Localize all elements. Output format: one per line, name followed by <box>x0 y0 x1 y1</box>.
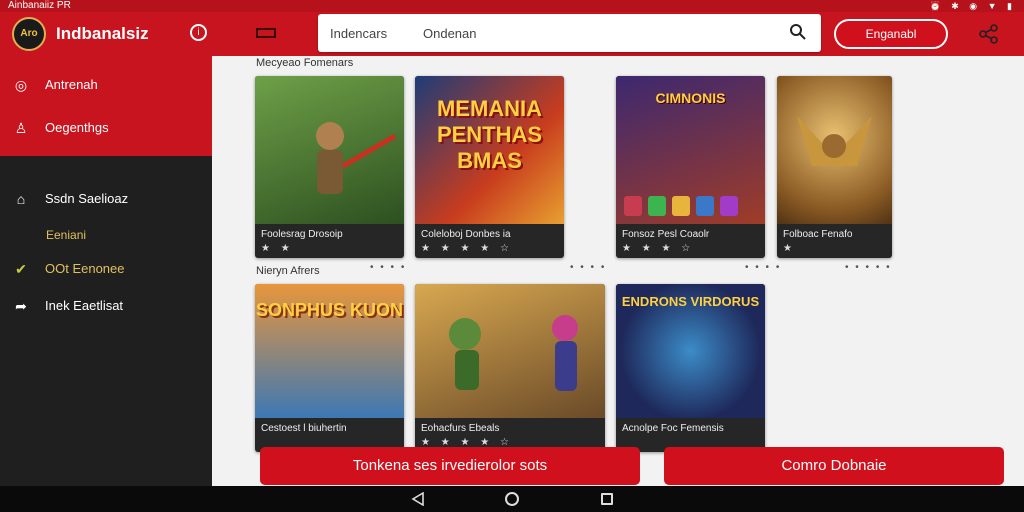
status-left-text: Ainbanaiiz PR <box>8 0 71 11</box>
game-card[interactable]: Foolesrag Drosoip ★ ★ <box>255 76 404 258</box>
section-title-new: Nieryn Afrers <box>256 265 320 277</box>
target-icon: ◎ <box>14 77 28 93</box>
check-icon: ✔ <box>15 261 27 277</box>
home-icon: ⌂ <box>16 191 26 207</box>
game-card-title: Coleloboj Donbes ia <box>421 229 511 240</box>
cover-title-text: SONPHUS KUON <box>255 300 403 320</box>
pagination-dots: • • • • • <box>845 262 892 273</box>
status-icons: ⏰ ✱ ◉ ▼ ▮ <box>929 1 1016 11</box>
sidebar-sub-label: Eeniani <box>46 228 87 242</box>
game-card[interactable]: ENDRONS VIRDORUS Acnolpe Foc Femensis <box>616 284 765 452</box>
rating-stars: ★ ★ ★ ☆ <box>622 243 695 254</box>
sidebar: ◎ Antrenah ♙ Oegenthgs ⌂ Ssdn Saelioaz E… <box>0 56 212 486</box>
search-icon[interactable] <box>789 23 807 41</box>
game-cover-image: MEMANIA PENTHAS BMAS <box>415 76 564 224</box>
game-card-title: Eohacfurs Ebeals <box>421 423 500 434</box>
game-card[interactable]: CIMNONIS Fonsoz Pesl Coaolr ★ ★ ★ ☆ <box>616 76 765 258</box>
sidebar-item-ssdn[interactable]: ⌂ Ssdn Saelioaz <box>0 184 212 214</box>
game-card[interactable]: MEMANIA PENTHAS BMAS Coleloboj Donbes ia… <box>415 76 564 258</box>
sidebar-item-oegenthgs[interactable]: ♙ Oegenthgs <box>0 113 212 143</box>
primary-cta-button[interactable]: Tonkena ses irvedierolor sots <box>260 447 640 485</box>
status-bar: Ainbanaiiz PR ⏰ ✱ ◉ ▼ ▮ <box>0 0 1024 12</box>
game-card-title: Acnolpe Foc Femensis <box>622 423 724 434</box>
sidebar-item-oot[interactable]: ✔ OOt Eenonee <box>0 254 212 284</box>
sidebar-item-antrenah[interactable]: ◎ Antrenah <box>0 70 212 100</box>
system-nav-bar <box>0 486 1024 512</box>
search-tab-ondenan[interactable]: Ondenan <box>423 26 477 41</box>
pagination-dots: • • • • <box>570 262 607 273</box>
share-arrow-icon: ➦ <box>15 298 27 314</box>
cover-title-text: MEMANIA PENTHAS BMAS <box>436 96 543 173</box>
pagination-dots: • • • • <box>745 262 782 273</box>
info-icon[interactable]: i <box>190 24 207 41</box>
search-tab-indencars[interactable]: Indencars <box>330 26 387 41</box>
share-icon[interactable] <box>978 24 1000 44</box>
sidebar-item-label: Ssdn Saelioaz <box>45 191 129 206</box>
game-card[interactable]: SONPHUS KUON Cestoest l biuhertin <box>255 284 404 452</box>
sidebar-item-label: Antrenah <box>45 77 98 92</box>
game-cover-image <box>415 284 605 418</box>
pagination-dots: • • • • <box>370 262 407 273</box>
game-cover-image: CIMNONIS <box>616 76 765 224</box>
sidebar-item-label: OOt Eenonee <box>45 261 125 276</box>
game-card-title: Fonsoz Pesl Coaolr <box>622 229 710 240</box>
game-card-title: Folboac Fenafo <box>783 229 853 240</box>
sidebar-item-label: Oegenthgs <box>45 120 109 135</box>
cover-title-text: ENDRONS VIRDORUS <box>621 294 760 309</box>
enganabl-button[interactable]: Enganabl <box>834 19 948 49</box>
section-title-featured: Mecyeao Fomenars <box>256 57 354 69</box>
game-cover-image <box>255 76 404 224</box>
game-cover-image <box>777 76 892 224</box>
game-cover-image: ENDRONS VIRDORUS <box>616 284 765 418</box>
game-card-title: Foolesrag Drosoip <box>261 229 343 240</box>
sidebar-item-label: Inek Eaetlisat <box>45 298 124 313</box>
game-card[interactable]: Eohacfurs Ebeals ★ ★ ★ ★ ☆ <box>415 284 605 452</box>
secondary-cta-button[interactable]: Comro Dobnaie <box>664 447 1004 485</box>
home-button-icon[interactable] <box>505 492 519 506</box>
back-icon[interactable] <box>411 492 425 506</box>
rating-stars: ★ ★ <box>261 243 294 254</box>
recent-apps-icon[interactable] <box>601 493 613 505</box>
rating-stars: ★ <box>783 243 796 254</box>
game-card[interactable]: Folboac Fenafo ★ <box>777 76 892 258</box>
grid-view-icon[interactable] <box>256 28 276 38</box>
rating-stars: ★ ★ ★ ★ ☆ <box>421 243 513 254</box>
user-icon: ♙ <box>14 120 28 136</box>
sidebar-item-inek[interactable]: ➦ Inek Eaetlisat <box>0 291 212 321</box>
game-cover-image: SONPHUS KUON <box>255 284 404 418</box>
search-bar[interactable]: Indencars Ondenan <box>318 14 821 52</box>
app-title: Indbanalsiz <box>56 24 149 43</box>
game-card-title: Cestoest l biuhertin <box>261 423 347 434</box>
app-header: Aro Indbanalsiz i Indencars Ondenan Enga… <box>0 12 1024 56</box>
app-logo[interactable]: Aro <box>12 17 46 51</box>
